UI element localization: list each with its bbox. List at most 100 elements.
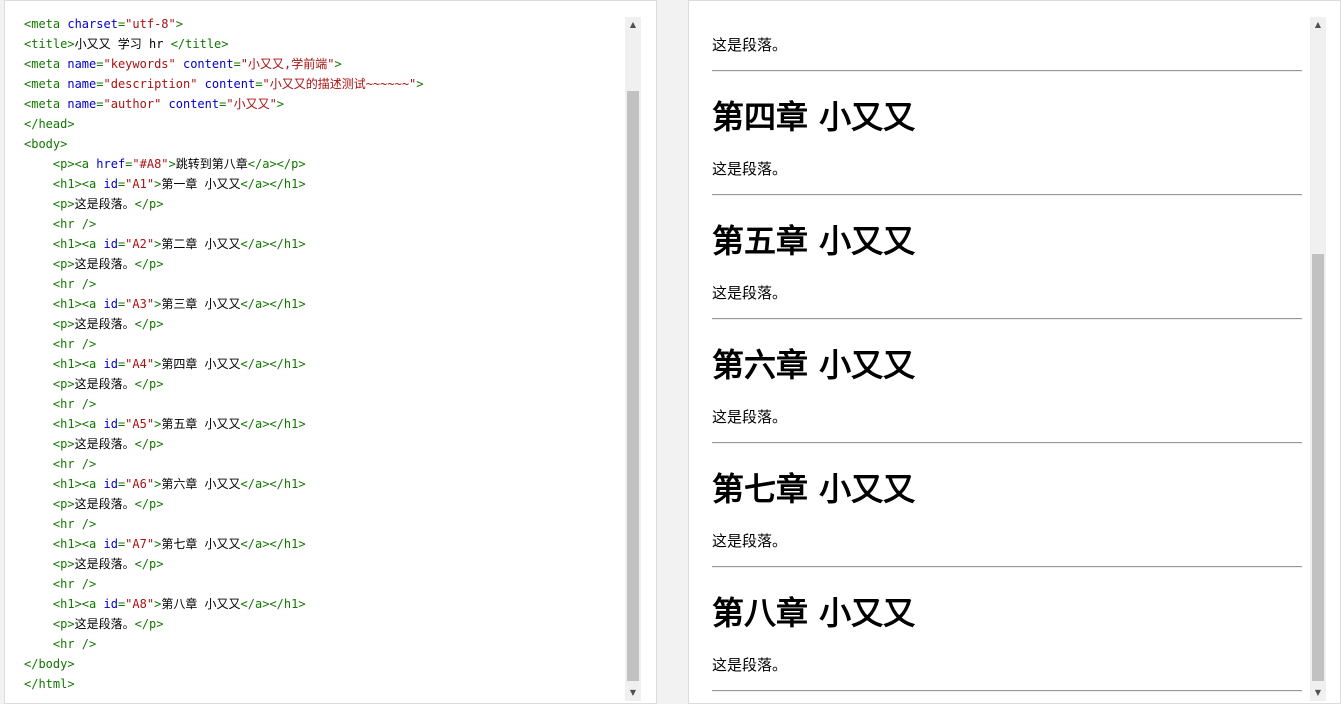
code-token-tag: </p>	[134, 437, 164, 451]
code-token-tag: <meta	[24, 77, 68, 91]
code-token-tag: </p>	[134, 617, 164, 631]
code-token-attr: id	[103, 177, 118, 191]
code-token-tag: =	[96, 57, 104, 71]
code-line[interactable]: <hr />	[24, 634, 624, 654]
code-line[interactable]: <p>这是段落。</p>	[24, 254, 624, 274]
code-token-attr: id	[103, 237, 118, 251]
code-token-tag: </p>	[134, 497, 164, 511]
code-line[interactable]: <hr />	[24, 394, 624, 414]
code-line[interactable]: <p>这是段落。</p>	[24, 434, 624, 454]
code-line[interactable]: <hr />	[24, 334, 624, 354]
code-token-text: 小又又 学习 hr	[74, 37, 171, 51]
editor-scrollbar-thumb[interactable]	[627, 91, 639, 681]
code-line[interactable]: <hr />	[24, 214, 624, 234]
editor-scrollbar[interactable]: ▲ ▼	[625, 17, 641, 701]
code-token-text: 这是段落。	[74, 497, 135, 511]
code-line[interactable]: <p>这是段落。</p>	[24, 554, 624, 574]
code-token-tag: <h1><a	[52, 417, 104, 431]
code-line[interactable]: <title>小又又 学习 hr </title>	[24, 34, 624, 54]
code-token-tag: <p>	[52, 497, 75, 511]
scroll-up-arrow-icon[interactable]: ▲	[1310, 17, 1326, 33]
code-line[interactable]: <h1><a id="A3">第三章 小又又</a></h1>	[24, 294, 624, 314]
code-line[interactable]: </head>	[24, 114, 624, 134]
code-token-text: 这是段落。	[74, 437, 135, 451]
code-line[interactable]: </html>	[24, 674, 624, 694]
code-line[interactable]: <hr />	[24, 514, 624, 534]
code-line[interactable]: <hr />	[24, 574, 624, 594]
code-token-tag	[197, 77, 204, 91]
chapter-heading-link[interactable]: 第七章 小又又	[712, 469, 915, 509]
code-token-str: "A1"	[125, 177, 155, 191]
code-token-attr: content	[182, 57, 234, 71]
code-line[interactable]: <body>	[24, 134, 624, 154]
code-token-text: 这是段落。	[74, 617, 135, 631]
code-token-tag: </p>	[134, 257, 164, 271]
code-line[interactable]: </body>	[24, 654, 624, 674]
code-line[interactable]: <p><a href="#A8">跳转到第八章</a></p>	[24, 154, 624, 174]
code-token-text: 这是段落。	[74, 317, 135, 331]
code-token-tag: <p>	[52, 377, 75, 391]
preview-paragraph: 这是段落。	[712, 160, 788, 178]
code-token-str: "A2"	[125, 237, 155, 251]
code-token-attr: id	[103, 297, 118, 311]
code-line[interactable]: <hr />	[24, 274, 624, 294]
chapter-heading-link[interactable]: 第八章 小又又	[712, 593, 915, 633]
chapter-heading-link[interactable]: 第五章 小又又	[712, 221, 915, 261]
scroll-down-arrow-icon[interactable]: ▼	[625, 685, 641, 701]
code-token-tag: <hr />	[52, 577, 97, 591]
code-token-attr: name	[67, 57, 97, 71]
code-line[interactable]: <hr />	[24, 454, 624, 474]
code-token-tag: <p>	[52, 617, 75, 631]
code-token-text: 第一章 小又又	[161, 177, 241, 191]
code-editor[interactable]: <meta charset="utf-8"> <title>小又又 学习 hr <…	[24, 14, 624, 694]
code-token-text: 第三章 小又又	[161, 297, 241, 311]
code-token-tag: <hr />	[52, 637, 97, 651]
code-line[interactable]: <p>这是段落。</p>	[24, 614, 624, 634]
code-line[interactable]: <h1><a id="A2">第二章 小又又</a></h1>	[24, 234, 624, 254]
code-line[interactable]: <meta charset="utf-8">	[24, 14, 624, 34]
code-token-tag: <p>	[52, 317, 75, 331]
preview-scrollbar[interactable]: ▲ ▼	[1310, 17, 1326, 701]
code-line[interactable]: <meta name="author" content="小又又">	[24, 94, 624, 114]
code-token-attr: charset	[67, 17, 118, 31]
chapter-heading-link[interactable]: 第六章 小又又	[712, 345, 915, 385]
preview-paragraph: 这是段落。	[712, 656, 788, 674]
preview-horizontal-rule	[712, 690, 1302, 692]
code-token-attr: id	[103, 357, 118, 371]
code-line[interactable]: <h1><a id="A8">第八章 小又又</a></h1>	[24, 594, 624, 614]
code-line[interactable]: <h1><a id="A4">第四章 小又又</a></h1>	[24, 354, 624, 374]
code-token-text: 这是段落。	[74, 377, 135, 391]
code-line[interactable]: <h1><a id="A6">第六章 小又又</a></h1>	[24, 474, 624, 494]
code-line[interactable]: <p>这是段落。</p>	[24, 374, 624, 394]
scroll-down-arrow-icon[interactable]: ▼	[1310, 685, 1326, 701]
code-token-tag: =	[96, 97, 104, 111]
code-token-tag: >	[175, 17, 183, 31]
code-line[interactable]: <h1><a id="A1">第一章 小又又</a></h1>	[24, 174, 624, 194]
code-line[interactable]: <meta name="keywords" content="小又又,学前端">	[24, 54, 624, 74]
code-token-tag: </a></h1>	[240, 597, 306, 611]
code-token-tag: </p>	[134, 317, 164, 331]
scroll-up-arrow-icon[interactable]: ▲	[625, 17, 641, 33]
code-token-tag: </a></h1>	[240, 237, 306, 251]
code-line[interactable]: <p>这是段落。</p>	[24, 494, 624, 514]
preview-scrollbar-thumb[interactable]	[1312, 254, 1324, 681]
code-line[interactable]: <h1><a id="A7">第七章 小又又</a></h1>	[24, 534, 624, 554]
preview-horizontal-rule	[712, 194, 1302, 196]
code-token-tag: <title>	[24, 37, 75, 51]
code-line[interactable]: <meta name="description" content="小又又的描述…	[24, 74, 624, 94]
code-editor-panel[interactable]: <meta charset="utf-8"> <title>小又又 学习 hr <…	[4, 0, 657, 704]
code-line[interactable]: <h1><a id="A5">第五章 小又又</a></h1>	[24, 414, 624, 434]
code-line[interactable]: <p>这是段落。</p>	[24, 194, 624, 214]
code-line[interactable]: <p>这是段落。</p>	[24, 314, 624, 334]
chapter-heading-link[interactable]: 第四章 小又又	[712, 97, 915, 137]
